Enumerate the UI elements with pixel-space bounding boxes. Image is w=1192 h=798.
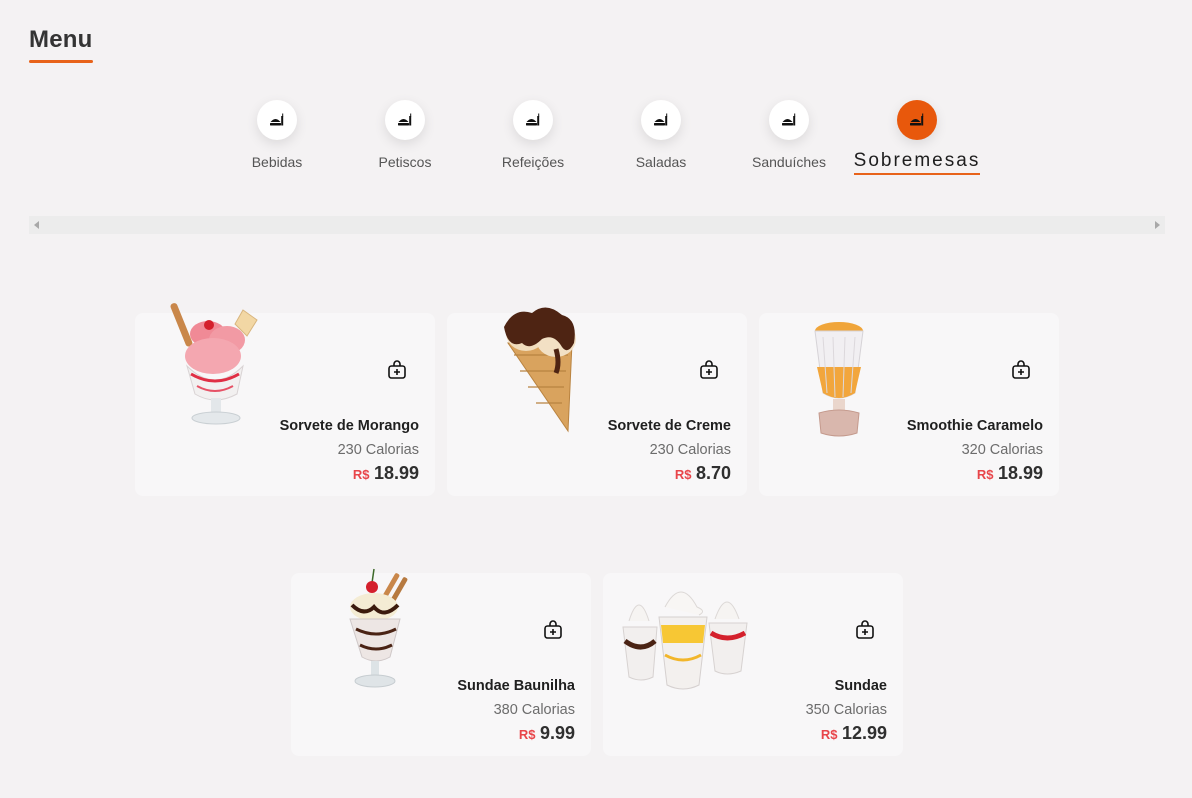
add-to-cart-icon[interactable] [385,358,409,382]
product-price: R$ 12.99 [821,723,887,744]
menu-page: Menu Bebidas Petiscos Refeições Saladas … [0,0,1192,798]
product-price: R$ 18.99 [353,463,419,484]
product-card[interactable]: Smoothie Caramelo 320 Calorias R$ 18.99 [759,313,1059,496]
add-to-cart-icon[interactable] [1009,358,1033,382]
price-currency: R$ [674,467,692,482]
scroll-left-arrow-icon[interactable] [34,221,39,229]
product-price: R$ 18.99 [977,463,1043,484]
price-currency: R$ [820,727,838,742]
category-sanduiches[interactable]: Sanduíches [725,100,853,180]
category-bebidas[interactable]: Bebidas [213,100,341,180]
price-amount: 9.99 [539,723,575,743]
caramel-smoothie-image [774,291,904,441]
category-petiscos[interactable]: Petiscos [341,100,469,180]
price-amount: 12.99 [841,723,887,743]
product-name: Sorvete de Morango [279,418,419,434]
category-label: Refeições [501,154,565,170]
add-to-cart-icon[interactable] [541,618,565,642]
chocolate-cone-image [479,283,609,433]
product-calories: 230 Calorias [649,442,731,458]
product-price: R$ 8.70 [675,463,731,484]
food-icon [897,100,937,140]
product-price: R$ 9.99 [519,723,575,744]
category-scrollbar[interactable] [29,216,1165,234]
category-label: Bebidas [251,154,303,170]
category-label: Saladas [635,154,687,170]
scroll-right-arrow-icon[interactable] [1155,221,1160,229]
price-amount: 18.99 [997,463,1043,483]
product-card[interactable]: Sorvete de Creme 230 Calorias R$ 8.70 [447,307,747,496]
category-sobremesas[interactable]: Sobremesas [853,100,981,180]
product-name: Smoothie Caramelo [906,418,1043,434]
category-label-active: Sobremesas [853,150,981,175]
category-refeicoes[interactable]: Refeições [469,100,597,180]
category-label: Sanduíches [752,154,826,170]
category-label: Petiscos [378,154,432,170]
product-name: Sorvete de Creme [607,418,731,434]
price-amount: 18.99 [373,463,419,483]
strawberry-sundae-image [155,283,285,433]
product-calories: 230 Calorias [337,442,419,458]
category-nav: Bebidas Petiscos Refeições Saladas Sandu… [0,100,1192,190]
price-amount: 8.70 [695,463,731,483]
product-card[interactable]: Sundae Baunilha 380 Calorias R$ 9.99 [291,568,591,756]
product-calories: 380 Calorias [493,702,575,718]
vanilla-sundae-image [311,545,441,695]
title-underline [29,60,93,63]
product-calories: 350 Calorias [805,702,887,718]
product-calories: 320 Calorias [961,442,1043,458]
food-icon [641,100,681,140]
add-to-cart-icon[interactable] [697,358,721,382]
category-saladas[interactable]: Saladas [597,100,725,180]
product-name: Sundae Baunilha [457,678,575,694]
product-card[interactable]: Sorvete de Morango 230 Calorias R$ 18.99 [135,303,435,496]
food-icon [769,100,809,140]
add-to-cart-icon[interactable] [853,618,877,642]
food-icon [513,100,553,140]
price-currency: R$ [518,727,536,742]
food-icon [385,100,425,140]
sundae-trio-image [615,551,755,701]
food-icon [257,100,297,140]
price-currency: R$ [352,467,370,482]
price-currency: R$ [976,467,994,482]
product-card[interactable]: Sundae 350 Calorias R$ 12.99 [603,573,903,756]
product-name: Sundae [834,678,887,694]
page-title: Menu [29,26,93,53]
